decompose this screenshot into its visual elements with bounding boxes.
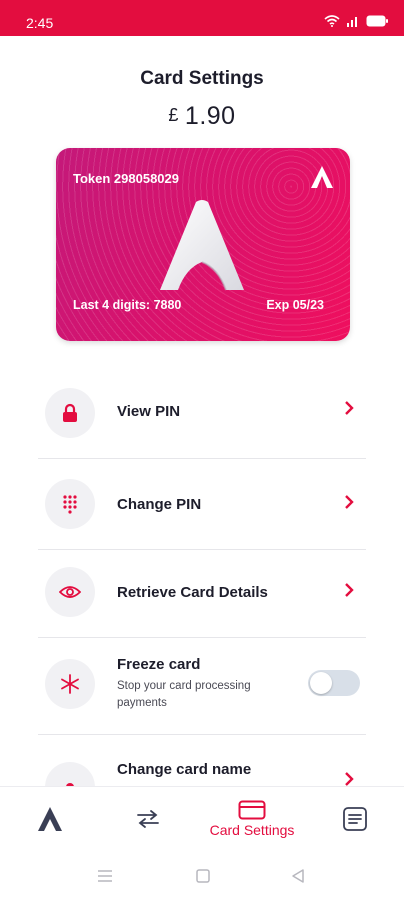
divider	[38, 549, 366, 550]
home-logo-icon	[38, 807, 62, 831]
balance: £1.90	[0, 102, 404, 131]
change-pin-row[interactable]: Change PIN	[38, 479, 366, 529]
status-bar: 2:45	[0, 0, 404, 36]
chevron-right-icon	[345, 772, 354, 786]
page-title: Card Settings	[140, 68, 264, 89]
keypad-icon	[63, 495, 77, 514]
balance-currency: £	[168, 105, 179, 125]
retrieve-card-details-row[interactable]: Retrieve Card Details	[38, 567, 366, 617]
freeze-card-toggle[interactable]	[308, 670, 360, 696]
bottom-nav: Card Settings	[0, 786, 404, 850]
retrieve-card-details-label: Retrieve Card Details	[117, 584, 268, 601]
divider	[38, 458, 366, 459]
toggle-knob	[310, 672, 332, 694]
chevron-right-icon	[345, 495, 354, 509]
divider	[38, 734, 366, 735]
nav-card-settings-label: Card Settings	[209, 822, 295, 838]
freeze-card-label: Freeze card	[117, 656, 201, 673]
freeze-card-subtitle: Stop your card processing payments	[117, 680, 251, 709]
lock-icon	[63, 403, 77, 422]
change-name-icon-circle	[45, 762, 95, 786]
card-token: Token 298058029	[73, 171, 179, 186]
freeze-card-row: Freeze card Stop your card processing pa…	[38, 656, 366, 716]
system-nav-bar	[0, 856, 404, 896]
home-button-icon[interactable]	[195, 868, 211, 884]
divider	[38, 637, 366, 638]
menu-icon[interactable]	[97, 868, 113, 884]
brand-logo-icon	[311, 166, 333, 188]
transfer-icon	[137, 810, 159, 828]
retrieve-icon-circle	[45, 567, 95, 617]
change-pin-icon-circle	[45, 479, 95, 529]
view-pin-row[interactable]: View PIN	[38, 388, 366, 438]
battery-icon	[366, 15, 388, 27]
eye-icon	[59, 586, 81, 598]
card-icon	[238, 800, 266, 820]
nav-statements[interactable]	[335, 787, 375, 851]
change-pin-label: Change PIN	[117, 496, 202, 513]
brand-large-logo-icon	[160, 200, 244, 291]
view-pin-label: View PIN	[117, 403, 181, 420]
status-icons	[324, 15, 388, 27]
nav-transfers[interactable]	[128, 787, 168, 851]
nav-home[interactable]	[30, 787, 70, 851]
nav-card-settings[interactable]: Card Settings	[198, 787, 306, 851]
balance-amount: 1.90	[184, 102, 236, 130]
chevron-right-icon	[345, 583, 354, 597]
back-icon[interactable]	[290, 868, 306, 884]
change-card-name-row[interactable]: Change card name	[38, 760, 366, 786]
chevron-right-icon	[345, 401, 354, 415]
snowflake-icon	[61, 674, 79, 694]
wifi-icon	[324, 15, 340, 27]
freeze-icon-circle	[45, 659, 95, 709]
signal-icon	[347, 17, 357, 27]
statement-icon	[343, 807, 367, 831]
change-card-name-label: Change card name	[117, 761, 252, 778]
card-expiry: Exp 05/23	[266, 298, 324, 312]
payment-card[interactable]: Token 298058029 Last 4 digits: 7880 Exp …	[56, 148, 350, 341]
card-last-digits: Last 4 digits: 7880	[73, 298, 182, 312]
view-pin-icon-circle	[45, 388, 95, 438]
status-time: 2:45	[26, 15, 54, 31]
